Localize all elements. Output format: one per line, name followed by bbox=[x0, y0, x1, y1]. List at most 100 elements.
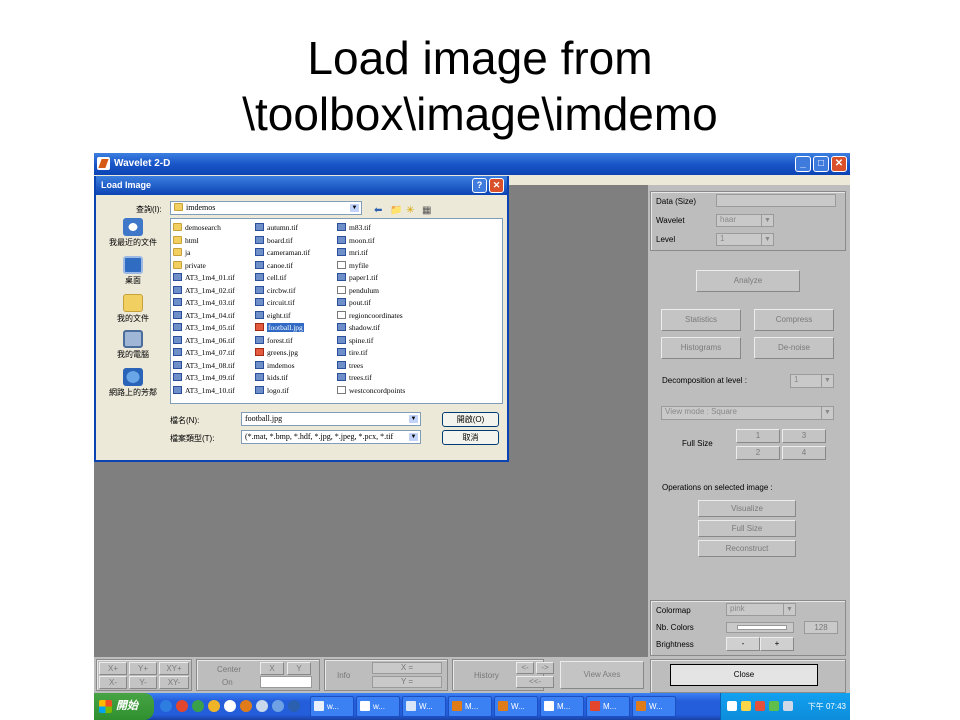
tray-icon[interactable] bbox=[755, 701, 765, 711]
new-folder-icon[interactable]: ✳ bbox=[406, 205, 414, 217]
full-size-2-button[interactable]: 2 bbox=[736, 446, 780, 460]
folder-quick-icon[interactable] bbox=[208, 700, 220, 712]
maximize-button[interactable]: □ bbox=[813, 156, 829, 172]
file-item[interactable]: private bbox=[173, 260, 206, 272]
file-item[interactable]: cell.tif bbox=[255, 272, 286, 284]
colormap-select[interactable]: pink ▼ bbox=[726, 603, 796, 616]
window-titlebar[interactable]: Wavelet 2-D _ □ ✕ bbox=[94, 153, 850, 175]
view-menu-icon[interactable]: ▦ bbox=[422, 205, 431, 217]
cancel-button[interactable]: 取消 bbox=[442, 430, 499, 445]
view-mode-select[interactable]: View mode : Square ▼ bbox=[661, 406, 834, 420]
decomposition-select[interactable]: 1 ▼ bbox=[790, 374, 834, 388]
histograms-button[interactable]: Histograms bbox=[661, 337, 741, 359]
brightness-minus-button[interactable]: - bbox=[726, 637, 760, 651]
zoom-x-plus-button[interactable]: X+ bbox=[99, 662, 127, 675]
file-item[interactable]: myfile bbox=[337, 260, 369, 272]
brightness-plus-button[interactable]: + bbox=[760, 637, 794, 651]
look-in-combo[interactable]: imdemos ▼ bbox=[170, 201, 362, 215]
history-first-button[interactable]: <<- bbox=[516, 676, 554, 688]
file-item[interactable]: pendulum bbox=[337, 285, 379, 297]
statistics-button[interactable]: Statistics bbox=[661, 309, 741, 331]
close-button[interactable]: Close bbox=[670, 664, 818, 686]
taskbar-task[interactable]: W... bbox=[402, 696, 446, 717]
file-item[interactable]: demosearch bbox=[173, 222, 221, 234]
place-recent[interactable]: 我最近的文件 bbox=[100, 218, 166, 248]
file-item[interactable]: AT3_1m4_06.tif bbox=[173, 335, 235, 347]
zoom-y-plus-button[interactable]: Y+ bbox=[129, 662, 157, 675]
file-item[interactable]: AT3_1m4_08.tif bbox=[173, 360, 235, 372]
media-icon[interactable] bbox=[176, 700, 188, 712]
place-network[interactable]: 網路上的芳鄰 bbox=[100, 368, 166, 398]
open-button[interactable]: 開啟(O) bbox=[442, 412, 499, 427]
file-item[interactable]: forest.tif bbox=[255, 335, 293, 347]
file-item[interactable]: AT3_1m4_02.tif bbox=[173, 285, 235, 297]
quicklaunch-icon[interactable] bbox=[272, 700, 284, 712]
full-size-button[interactable]: Full Size bbox=[698, 520, 796, 537]
help-button[interactable]: ? bbox=[472, 178, 487, 193]
back-icon[interactable]: ⬅ bbox=[374, 205, 382, 217]
taskbar-task[interactable]: w... bbox=[356, 696, 400, 717]
file-item[interactable]: AT3_1m4_10.tif bbox=[173, 385, 235, 397]
start-button[interactable]: 開始 bbox=[94, 693, 154, 720]
full-size-4-button[interactable]: 4 bbox=[782, 446, 826, 460]
zoom-xy-plus-button[interactable]: XY+ bbox=[159, 662, 189, 675]
file-item[interactable]: logo.tif bbox=[255, 385, 289, 397]
file-item[interactable]: AT3_1m4_01.tif bbox=[173, 272, 235, 284]
taskbar-task[interactable]: W... bbox=[494, 696, 538, 717]
taskbar-task[interactable]: W... bbox=[632, 696, 676, 717]
file-item[interactable]: AT3_1m4_05.tif bbox=[173, 322, 235, 334]
center-field[interactable] bbox=[260, 676, 312, 688]
firefox-icon[interactable] bbox=[240, 700, 252, 712]
zoom-y-minus-button[interactable]: Y- bbox=[129, 676, 157, 689]
nb-colors-slider[interactable] bbox=[726, 622, 794, 633]
tray-icon[interactable] bbox=[769, 701, 779, 711]
up-folder-icon[interactable]: 📁 bbox=[390, 205, 402, 217]
history-back-button[interactable]: <- bbox=[516, 662, 534, 674]
denoise-button[interactable]: De-noise bbox=[754, 337, 834, 359]
history-forward-button[interactable]: -> bbox=[536, 662, 554, 674]
file-item[interactable]: westconcordpoints bbox=[337, 385, 405, 397]
file-item[interactable]: AT3_1m4_03.tif bbox=[173, 297, 235, 309]
file-item[interactable]: paper1.tif bbox=[337, 272, 378, 284]
compress-button[interactable]: Compress bbox=[754, 309, 834, 331]
filename-field[interactable]: football.jpg ▼ bbox=[241, 412, 421, 426]
taskbar-task[interactable]: M... bbox=[448, 696, 492, 717]
file-item[interactable]: AT3_1m4_04.tif bbox=[173, 310, 235, 322]
reconstruct-button[interactable]: Reconstruct bbox=[698, 540, 796, 557]
quicklaunch-icon[interactable] bbox=[288, 700, 300, 712]
view-axes-button[interactable]: View Axes bbox=[560, 661, 644, 689]
nb-colors-value[interactable]: 128 bbox=[804, 621, 838, 634]
file-item[interactable]: html bbox=[173, 235, 199, 247]
analyze-button[interactable]: Analyze bbox=[696, 270, 800, 292]
tray-icon[interactable] bbox=[727, 701, 737, 711]
file-item[interactable]: circbw.tif bbox=[255, 285, 295, 297]
dialog-close-button[interactable]: ✕ bbox=[489, 178, 504, 193]
level-select[interactable]: 1 ▼ bbox=[716, 233, 774, 246]
file-item[interactable]: AT3_1m4_09.tif bbox=[173, 372, 235, 384]
minimize-button[interactable]: _ bbox=[795, 156, 811, 172]
file-item[interactable]: kids.tif bbox=[255, 372, 288, 384]
volume-icon[interactable] bbox=[783, 701, 793, 711]
zoom-xy-minus-button[interactable]: XY- bbox=[159, 676, 189, 689]
file-item[interactable]: imdemos bbox=[255, 360, 295, 372]
file-item[interactable]: ja bbox=[173, 247, 190, 259]
wavelet-select[interactable]: haar ▼ bbox=[716, 214, 774, 227]
desktop-quick-icon[interactable] bbox=[224, 700, 236, 712]
zoom-x-minus-button[interactable]: X- bbox=[99, 676, 127, 689]
file-item[interactable]: trees.tif bbox=[337, 372, 372, 384]
file-item[interactable]: spine.tif bbox=[337, 335, 373, 347]
file-item[interactable]: moon.tif bbox=[337, 235, 375, 247]
file-item[interactable]: canoe.tif bbox=[255, 260, 293, 272]
taskbar-task[interactable]: M... bbox=[586, 696, 630, 717]
full-size-3-button[interactable]: 3 bbox=[782, 429, 826, 443]
file-item[interactable]: shadow.tif bbox=[337, 322, 380, 334]
filetype-select[interactable]: (*.mat, *.bmp, *.hdf, *.jpg, *.jpeg, *.p… bbox=[241, 430, 421, 444]
dialog-titlebar[interactable]: Load Image ? ✕ bbox=[96, 176, 507, 195]
ie-icon[interactable] bbox=[160, 700, 172, 712]
file-item[interactable]: greens.jpg bbox=[255, 347, 298, 359]
file-item[interactable]: cameraman.tif bbox=[255, 247, 310, 259]
file-item[interactable]: trees bbox=[337, 360, 363, 372]
file-list[interactable]: demosearch html ja private AT3_1m4_01.tif AT3… bbox=[170, 218, 503, 404]
file-item[interactable]: tire.tif bbox=[337, 347, 368, 359]
quicklaunch-icon[interactable] bbox=[256, 700, 268, 712]
